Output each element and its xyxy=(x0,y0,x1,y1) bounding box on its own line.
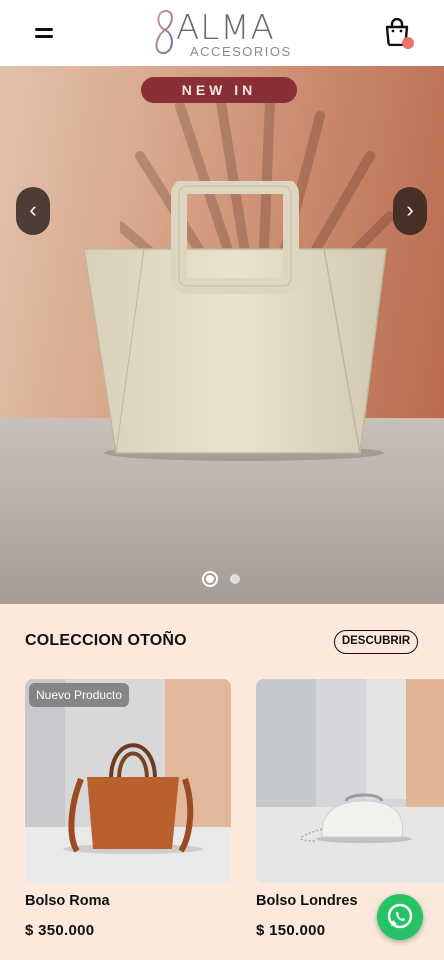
menu-button[interactable] xyxy=(32,22,56,44)
hero-carousel: NEW IN ‹ › xyxy=(0,66,444,604)
product-photo-roma xyxy=(25,679,231,883)
carousel-dots xyxy=(200,571,250,587)
cart-button[interactable] xyxy=(384,18,418,52)
product-price: $ 350.000 xyxy=(25,922,95,939)
whatsapp-icon xyxy=(387,903,413,929)
new-in-badge: NEW IN xyxy=(141,77,297,103)
carousel-prev-button[interactable]: ‹ xyxy=(16,187,50,235)
whatsapp-button[interactable] xyxy=(377,894,423,940)
hamburger-icon xyxy=(35,28,53,31)
section-title: COLECCION OTOÑO xyxy=(25,632,187,649)
product-photo-londres xyxy=(256,679,444,883)
site-header: ALMA ACCESORIOS xyxy=(0,0,444,66)
brand-logo[interactable]: ALMA ACCESORIOS xyxy=(150,6,295,60)
logo-mark-icon xyxy=(155,9,173,55)
cart-notification-dot xyxy=(402,37,414,49)
product-card[interactable]: Nuevo Producto Bolso Roma $ 350.000 xyxy=(25,679,231,939)
carousel-dot-2[interactable] xyxy=(230,574,240,584)
product-card[interactable]: Bolso Londres $ 150.000 xyxy=(256,679,444,939)
brand-subtitle: ACCESORIOS xyxy=(190,44,292,59)
product-name[interactable]: Bolso Londres xyxy=(256,893,358,909)
product-image[interactable]: Nuevo Producto xyxy=(25,679,231,883)
discover-button[interactable]: DESCUBRIR xyxy=(334,630,418,654)
carousel-next-button[interactable]: › xyxy=(393,187,427,235)
product-image[interactable] xyxy=(256,679,444,883)
carousel-dot-1[interactable] xyxy=(202,571,218,587)
product-name[interactable]: Bolso Roma xyxy=(25,893,110,909)
product-price: $ 150.000 xyxy=(256,922,326,939)
hero-product-image[interactable] xyxy=(84,181,390,461)
new-product-tag: Nuevo Producto xyxy=(29,683,130,707)
brand-name: ALMA xyxy=(176,8,275,48)
